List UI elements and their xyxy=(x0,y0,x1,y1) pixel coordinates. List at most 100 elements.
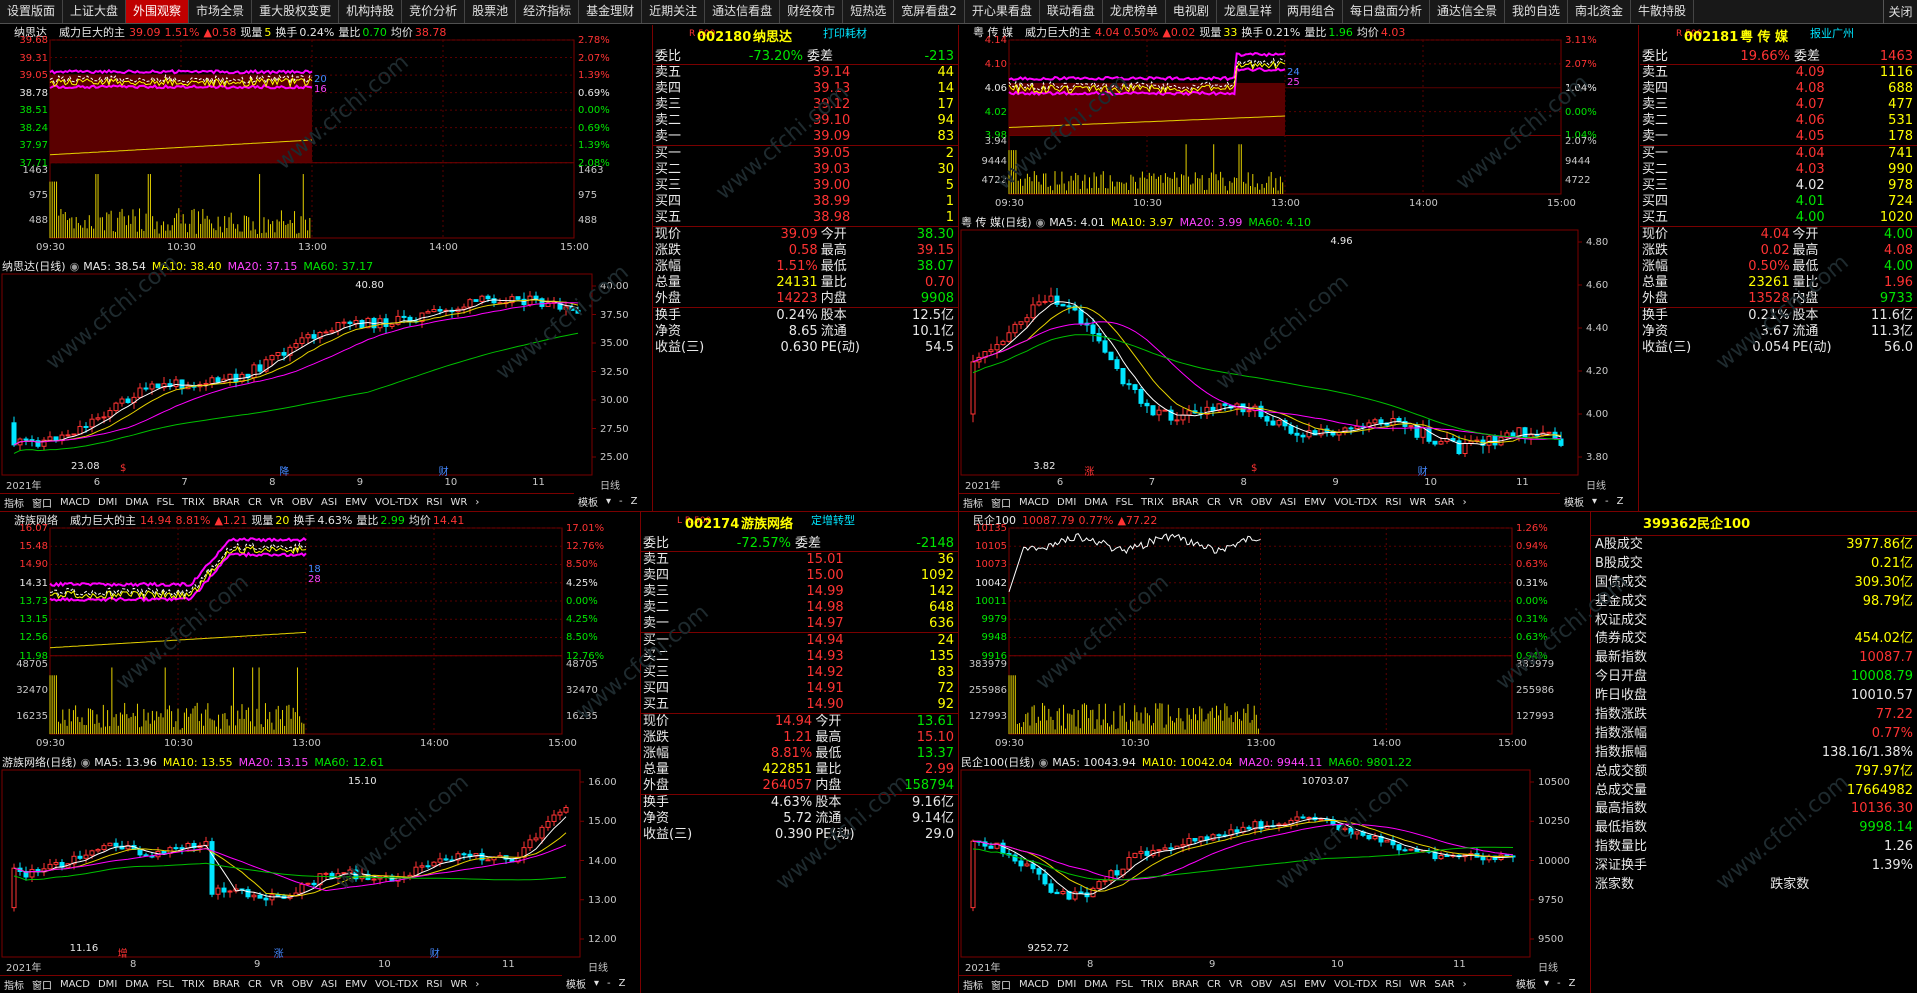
tab-13[interactable]: 短热选 xyxy=(843,0,895,23)
indicator-tab[interactable]: CR xyxy=(244,497,266,508)
tab-7[interactable]: 股票池 xyxy=(465,0,517,23)
indicator-tab[interactable]: MACD xyxy=(1015,979,1053,990)
tab-18[interactable]: 电视剧 xyxy=(1166,0,1217,23)
indicator-tab[interactable]: › xyxy=(471,979,483,990)
tab-17[interactable]: 龙虎榜单 xyxy=(1103,0,1166,23)
indicator-tab[interactable]: BRAR xyxy=(1168,979,1203,990)
indicator-tab[interactable]: DMA xyxy=(121,497,152,508)
indicator-tab[interactable]: RSI xyxy=(1381,497,1405,508)
tab-9[interactable]: 基金理财 xyxy=(579,0,643,23)
indicator-tab[interactable]: VOL-TDX xyxy=(1330,497,1381,508)
indicator-tab[interactable]: RSI xyxy=(422,979,446,990)
tab-24[interactable]: 南北资金 xyxy=(1568,0,1632,23)
indicator-tab[interactable]: TRIX xyxy=(1137,979,1168,990)
indicator-tab[interactable]: WR xyxy=(1405,979,1430,990)
tab-22[interactable]: 通达信全景 xyxy=(1430,0,1505,23)
tab-23[interactable]: 我的自选 xyxy=(1505,0,1568,23)
indicator-tab[interactable]: ASI xyxy=(1276,497,1300,508)
indicator-tab[interactable]: FSL xyxy=(1111,497,1137,508)
indicator-tab[interactable]: EMV xyxy=(1300,979,1330,990)
tab-1[interactable]: 上证大盘 xyxy=(63,0,127,23)
indicator-tab[interactable]: CR xyxy=(244,979,266,990)
indicator-tab[interactable]: DMI xyxy=(94,497,121,508)
template-control[interactable]: Z xyxy=(1613,496,1628,507)
tab-10[interactable]: 近期关注 xyxy=(642,0,706,23)
indicator-tab[interactable]: VOL-TDX xyxy=(1330,979,1381,990)
indicator-tab[interactable]: EMV xyxy=(1300,497,1330,508)
indicator-tab[interactable]: 指标 xyxy=(0,977,28,992)
tab-25[interactable]: 牛散持股 xyxy=(1631,0,1695,23)
indicator-tab[interactable]: › xyxy=(1459,497,1471,508)
template-control[interactable]: - xyxy=(615,496,627,507)
indicator-tab[interactable]: RSI xyxy=(1381,979,1405,990)
tab-2[interactable]: 外围观察 xyxy=(126,0,190,23)
indicator-tab[interactable]: WR xyxy=(1405,497,1430,508)
tab-3[interactable]: 市场全景 xyxy=(189,0,253,23)
template-control[interactable]: Z xyxy=(627,496,642,507)
indicator-tab[interactable]: EMV xyxy=(341,979,371,990)
template-control[interactable]: 模板 xyxy=(574,494,602,509)
template-control[interactable]: ▾ xyxy=(1540,978,1553,989)
template-control[interactable]: - xyxy=(603,978,615,989)
tab-19[interactable]: 龙凰呈祥 xyxy=(1217,0,1280,23)
tab-0[interactable]: 设置版面 xyxy=(0,0,64,23)
tab-21[interactable]: 每日盘面分析 xyxy=(1343,0,1430,23)
indicator-tab[interactable]: VR xyxy=(1225,979,1247,990)
template-control[interactable]: 模板 xyxy=(1512,976,1540,991)
indicator-tab[interactable]: 窗口 xyxy=(987,495,1015,510)
close-button[interactable]: 关闭 xyxy=(1883,0,1917,24)
indicator-tab[interactable]: › xyxy=(1459,979,1471,990)
indicator-tab[interactable]: 窗口 xyxy=(987,977,1015,992)
template-control[interactable]: - xyxy=(1601,496,1613,507)
indicator-tab[interactable]: 指标 xyxy=(959,977,987,992)
indicator-tab[interactable]: DMI xyxy=(1053,979,1080,990)
indicator-tab[interactable]: OBV xyxy=(288,979,317,990)
indicator-tab[interactable]: ASI xyxy=(317,979,341,990)
indicator-tab[interactable]: DMA xyxy=(121,979,152,990)
indicator-tab[interactable]: VR xyxy=(266,979,288,990)
template-control[interactable]: - xyxy=(1553,978,1565,989)
indicator-tab[interactable]: WR xyxy=(446,497,471,508)
indicator-tab[interactable]: DMA xyxy=(1080,979,1111,990)
template-control[interactable]: Z xyxy=(615,978,630,989)
indicator-tab[interactable]: VR xyxy=(1225,497,1247,508)
indicator-tab[interactable]: BRAR xyxy=(1168,497,1203,508)
indicator-tab[interactable]: DMA xyxy=(1080,497,1111,508)
indicator-tab[interactable]: WR xyxy=(446,979,471,990)
indicator-tab[interactable]: 指标 xyxy=(0,495,28,510)
indicator-tab[interactable]: OBV xyxy=(1247,979,1276,990)
indicator-tab[interactable]: ASI xyxy=(317,497,341,508)
template-control[interactable]: 模板 xyxy=(562,976,590,991)
template-control[interactable]: 模板 xyxy=(1560,494,1588,509)
tab-4[interactable]: 重大股权变更 xyxy=(252,0,340,23)
template-control[interactable]: Z xyxy=(1565,978,1580,989)
indicator-tab[interactable]: ASI xyxy=(1276,979,1300,990)
indicator-tab[interactable]: TRIX xyxy=(178,497,209,508)
indicator-tab[interactable]: 指标 xyxy=(959,495,987,510)
tab-5[interactable]: 机构持股 xyxy=(339,0,403,23)
indicator-tab[interactable]: TRIX xyxy=(178,979,209,990)
indicator-tab[interactable]: › xyxy=(471,497,483,508)
indicator-tab[interactable]: SAR xyxy=(1430,979,1458,990)
tab-16[interactable]: 联动看盘 xyxy=(1040,0,1103,23)
indicator-tab[interactable]: FSL xyxy=(152,979,178,990)
tab-11[interactable]: 通达信看盘 xyxy=(705,0,781,23)
indicator-tab[interactable]: MACD xyxy=(56,497,94,508)
indicator-tab[interactable]: 窗口 xyxy=(28,495,56,510)
indicator-tab[interactable]: DMI xyxy=(1053,497,1080,508)
indicator-tab[interactable]: OBV xyxy=(288,497,317,508)
indicator-tab[interactable]: VOL-TDX xyxy=(371,979,422,990)
tab-6[interactable]: 竞价分析 xyxy=(402,0,466,23)
indicator-tab[interactable]: BRAR xyxy=(209,979,244,990)
indicator-tab[interactable]: MACD xyxy=(1015,497,1053,508)
indicator-tab[interactable]: SAR xyxy=(1430,497,1458,508)
tab-15[interactable]: 开心果看盘 xyxy=(965,0,1040,23)
indicator-tab[interactable]: TRIX xyxy=(1137,497,1168,508)
template-control[interactable]: ▾ xyxy=(1588,496,1601,507)
indicator-tab[interactable]: FSL xyxy=(1111,979,1137,990)
tab-8[interactable]: 经济指标 xyxy=(516,0,580,23)
tab-20[interactable]: 两用组合 xyxy=(1280,0,1343,23)
indicator-tab[interactable]: VR xyxy=(266,497,288,508)
template-control[interactable]: ▾ xyxy=(590,978,603,989)
indicator-tab[interactable]: MACD xyxy=(56,979,94,990)
